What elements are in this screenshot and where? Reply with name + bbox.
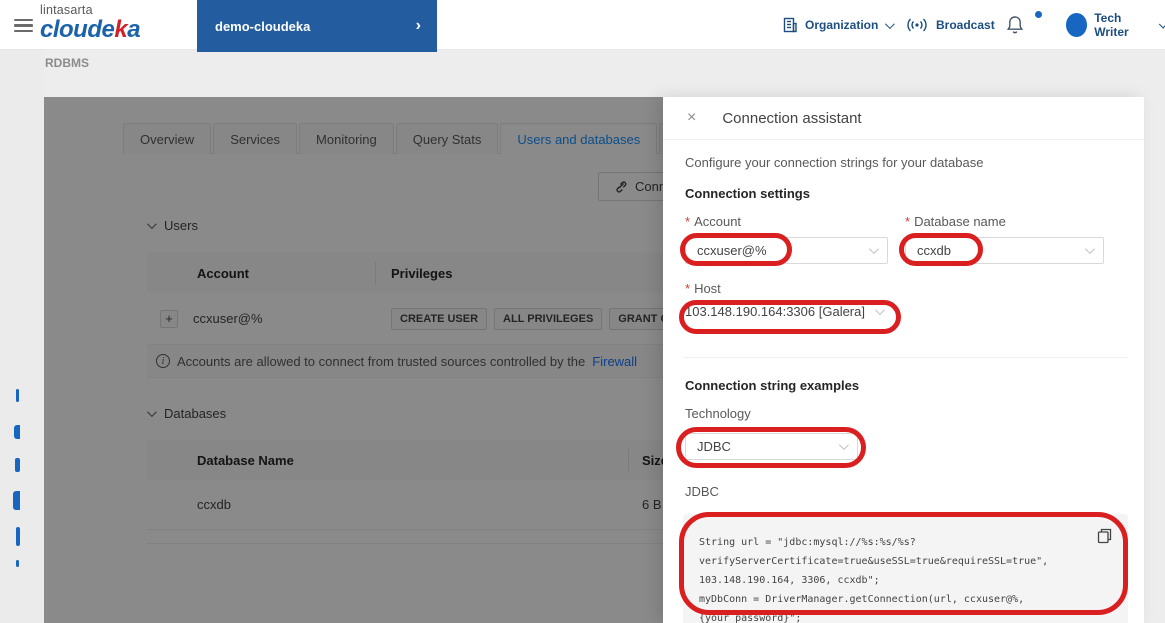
required-asterisk: * — [905, 214, 910, 229]
host-select-value: 103.148.190.164:3306 [Galera] — [685, 304, 865, 319]
chevron-down-icon — [885, 19, 895, 29]
project-selector[interactable]: demo-cloudeka › — [197, 0, 437, 52]
chevron-down-icon — [1085, 244, 1095, 254]
host-field-label: *Host — [685, 281, 721, 296]
notification-bell[interactable] — [1005, 0, 1025, 50]
chevron-down-icon — [875, 305, 885, 315]
notification-dot — [1035, 11, 1042, 18]
chevron-down-icon — [839, 440, 849, 450]
avatar — [1066, 13, 1087, 37]
broadcast-button[interactable]: Broadcast — [905, 0, 995, 50]
chevron-right-icon: › — [416, 17, 421, 35]
drawer-header: × Connection assistant — [663, 97, 1144, 140]
bell-icon — [1005, 14, 1025, 36]
sidebar-icon-fragment — [16, 389, 19, 402]
organization-menu[interactable]: Organization — [782, 0, 892, 50]
organization-label: Organization — [805, 18, 878, 32]
required-asterisk: * — [685, 281, 690, 296]
broadcast-icon — [905, 17, 929, 33]
topbar: lintasarta cloudeka demo-cloudeka › Orga… — [0, 0, 1165, 50]
sidebar-icon-fragment — [13, 491, 20, 510]
host-select[interactable]: 103.148.190.164:3306 [Galera] — [685, 304, 882, 319]
drawer-title: Connection assistant — [722, 110, 861, 127]
jdbc-code-block: String url = "jdbc:mysql://%s:%s/%s? ver… — [683, 514, 1128, 623]
user-menu[interactable]: Tech Writer — [1066, 0, 1165, 50]
logo[interactable]: lintasarta cloudeka — [40, 4, 140, 42]
database-select[interactable]: ccxdb — [905, 237, 1104, 264]
code-line: String url = "jdbc:mysql://%s:%s/%s? — [699, 533, 1112, 552]
database-field-label: *Database name — [905, 214, 1006, 229]
menu-icon[interactable] — [14, 19, 33, 32]
section-divider — [683, 357, 1128, 358]
drawer-overlay[interactable] — [44, 97, 663, 623]
technology-label: Technology — [685, 406, 751, 421]
broadcast-label: Broadcast — [936, 18, 995, 32]
organization-icon — [782, 17, 798, 33]
code-line: verifyServerCertificate=true&useSSL=true… — [699, 552, 1112, 571]
drawer-description: Configure your connection strings for yo… — [685, 155, 983, 170]
sidebar-icon-fragment — [14, 425, 20, 439]
user-name: Tech Writer — [1094, 11, 1151, 39]
sidebar-collapsed — [0, 50, 44, 623]
connection-assistant-drawer: × Connection assistant Configure your co… — [663, 97, 1144, 623]
page: lintasarta cloudeka demo-cloudeka › Orga… — [0, 0, 1165, 623]
account-field-label: *Account — [685, 214, 741, 229]
code-line: myDbConn = DriverManager.getConnection(u… — [699, 590, 1112, 623]
required-asterisk: * — [685, 214, 690, 229]
connection-settings-heading: Connection settings — [685, 186, 810, 201]
sidebar-icon-fragment — [16, 560, 19, 567]
account-select-value: ccxuser@% — [697, 243, 767, 258]
project-name: demo-cloudeka — [215, 19, 416, 34]
chevron-down-icon — [869, 244, 879, 254]
chevron-down-icon — [1159, 19, 1165, 28]
breadcrumb: RDBMS — [45, 56, 89, 70]
close-icon[interactable]: × — [687, 110, 696, 126]
logo-cloudeka: cloudeka — [40, 18, 140, 42]
technology-select-value: JDBC — [697, 439, 731, 454]
account-select[interactable]: ccxuser@% — [685, 237, 888, 264]
technology-select[interactable]: JDBC — [685, 433, 858, 460]
sidebar-icon-fragment — [16, 527, 20, 546]
connection-examples-heading: Connection string examples — [685, 378, 859, 393]
jdbc-heading: JDBC — [685, 484, 719, 499]
code-line: 103.148.190.164, 3306, ccxdb"; — [699, 571, 1112, 590]
copy-icon[interactable] — [1097, 528, 1112, 544]
database-select-value: ccxdb — [917, 243, 951, 258]
sidebar-icon-fragment — [15, 458, 20, 472]
